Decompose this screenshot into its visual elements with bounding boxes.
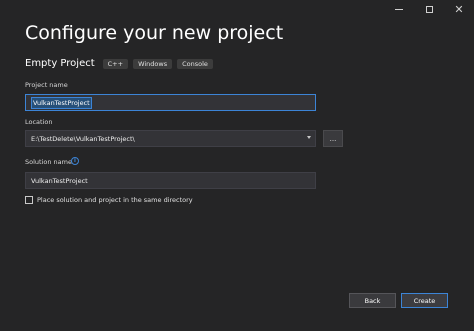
browse-button[interactable]: ... bbox=[323, 130, 343, 147]
same-directory-option[interactable]: Place solution and project in the same d… bbox=[25, 196, 193, 204]
template-name: Empty Project bbox=[25, 58, 95, 69]
same-directory-checkbox[interactable] bbox=[25, 196, 33, 204]
create-button[interactable]: Create bbox=[401, 293, 448, 308]
back-button[interactable]: Back bbox=[349, 293, 396, 308]
page-title: Configure your new project bbox=[25, 22, 284, 44]
tag-project-type: Console bbox=[177, 58, 213, 69]
maximize-icon bbox=[425, 5, 433, 13]
same-directory-label: Place solution and project in the same d… bbox=[37, 196, 193, 204]
minimize-button[interactable] bbox=[384, 0, 414, 18]
minimize-icon bbox=[395, 8, 403, 10]
location-value: E:\TestDelete\VulkanTestProject\ bbox=[31, 134, 135, 143]
chevron-down-icon[interactable] bbox=[307, 136, 311, 139]
project-name-value: VulkanTestProject bbox=[31, 96, 92, 109]
solution-name-input[interactable]: VulkanTestProject bbox=[25, 172, 316, 189]
location-label: Location bbox=[25, 118, 53, 126]
tag-language: C++ bbox=[102, 58, 129, 69]
close-icon: ✕ bbox=[454, 2, 464, 16]
maximize-button[interactable] bbox=[414, 0, 444, 18]
close-button[interactable]: ✕ bbox=[444, 0, 474, 18]
project-name-input[interactable]: VulkanTestProject bbox=[25, 94, 316, 111]
solution-name-label: Solution name bbox=[25, 158, 72, 166]
template-summary: Empty Project C++ Windows Console bbox=[25, 58, 218, 69]
location-combobox[interactable]: E:\TestDelete\VulkanTestProject\ bbox=[25, 130, 316, 147]
window-controls: ✕ bbox=[384, 0, 474, 18]
tag-platform: Windows bbox=[133, 58, 173, 69]
info-icon[interactable]: i bbox=[71, 157, 79, 165]
project-name-label: Project name bbox=[25, 81, 68, 89]
solution-name-value: VulkanTestProject bbox=[31, 176, 88, 185]
